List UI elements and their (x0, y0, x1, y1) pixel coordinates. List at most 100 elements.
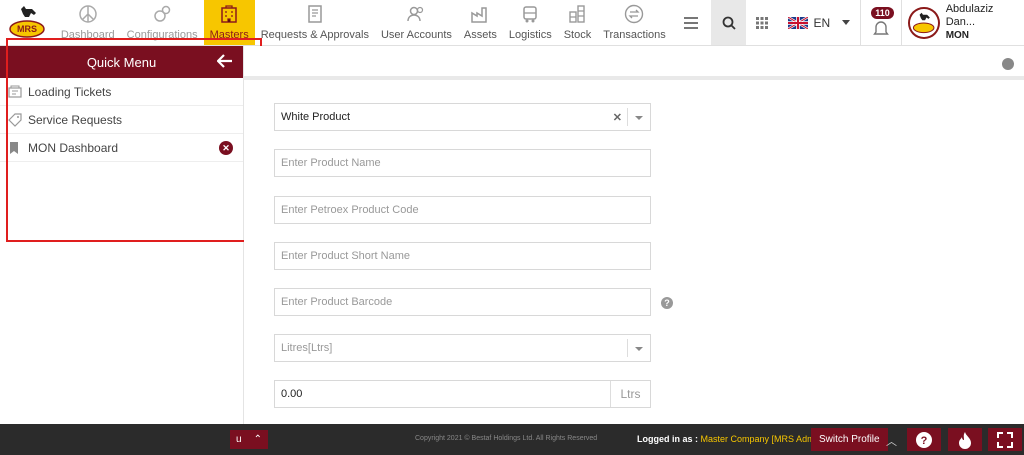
back-circle-icon[interactable] (1002, 58, 1014, 70)
nav-transactions[interactable]: Transactions (597, 0, 672, 45)
fire-icon (959, 431, 971, 449)
exchange-icon (623, 3, 645, 25)
select-divider (627, 339, 628, 357)
quick-menu-item-label: Service Requests (28, 112, 123, 127)
top-navigation: MRS Dashboard Configurations Masters Req… (0, 0, 1024, 46)
user-name: Abdulaziz Dan... (945, 3, 994, 28)
peace-icon (77, 3, 99, 25)
user-info: Abdulaziz Dan... MON (946, 3, 1024, 42)
quick-menu-panel: Quick Menu Loading Tickets Service Reque… (0, 46, 244, 424)
footer-menu-toggle[interactable]: u ⌃ (230, 430, 268, 449)
copyright-text: Copyright 2021 © Bestaf Holdings Ltd. Al… (415, 435, 598, 442)
gears-icon (151, 3, 173, 25)
quick-menu-header: Quick Menu (0, 46, 243, 78)
nav-requests-approvals[interactable]: Requests & Approvals (255, 0, 375, 45)
quantity-value: 0.00 (281, 388, 303, 400)
switch-profile-label: Switch Profile (819, 434, 880, 445)
nav-dashboard[interactable]: Dashboard (55, 0, 121, 45)
barcode-input[interactable]: Enter Product Barcode (274, 288, 651, 316)
user-profile[interactable]: Abdulaziz Dan... MON (902, 0, 1024, 45)
product-type-value: White Product (281, 111, 351, 123)
factory-icon (469, 3, 491, 25)
nav-label: Requests & Approvals (260, 29, 369, 41)
quick-menu-item-label: Loading Tickets (28, 84, 112, 99)
arrow-left-icon[interactable] (216, 54, 233, 71)
short-name-input[interactable]: Enter Product Short Name (274, 242, 651, 270)
petroex-code-input[interactable]: Enter Petroex Product Code (274, 196, 651, 224)
footer-bar: u ⌃ Copyright 2021 © Bestaf Holdings Ltd… (0, 424, 1024, 455)
svg-text:MRS: MRS (17, 24, 37, 34)
uk-flag-icon (787, 16, 808, 29)
nav-logistics[interactable]: Logistics (503, 0, 558, 45)
quick-menu-item-mon-dashboard[interactable]: MON Dashboard ✕ (0, 134, 243, 162)
nav-user-accounts[interactable]: User Accounts (375, 0, 458, 45)
fire-button[interactable] (948, 428, 982, 451)
main-content: White Product ✕ Enter Product Name Enter… (244, 46, 1024, 424)
expand-icon (997, 431, 1013, 448)
caret-down-icon[interactable] (635, 116, 643, 120)
svg-text:?: ? (921, 435, 928, 447)
question-circle-icon: ? (916, 431, 932, 448)
mrs-logo[interactable]: MRS (0, 0, 55, 45)
user-org: MON (945, 30, 970, 41)
logged-in-value: Master Company [MRS Admin] (700, 434, 825, 444)
quick-menu-title: Quick Menu (86, 54, 157, 70)
quick-menu-item-service-requests[interactable]: Service Requests (0, 106, 243, 134)
nav-label: Dashboard (60, 29, 115, 41)
truck-icon (519, 3, 541, 25)
apps-grid-button[interactable] (746, 0, 777, 45)
nav-label: Stock (563, 29, 592, 41)
users-icon (405, 3, 427, 25)
nav-masters[interactable]: Masters (203, 0, 255, 45)
help-icon[interactable]: ? (661, 297, 673, 309)
nav-label: Assets (463, 29, 497, 41)
help-button[interactable]: ? (907, 428, 941, 451)
quantity-unit: Ltrs (610, 381, 650, 407)
caret-down-icon[interactable] (635, 347, 643, 351)
product-type-select[interactable]: White Product ✕ (274, 103, 651, 131)
logged-in-label: Logged in as : (637, 434, 699, 444)
nav-label: Transactions (603, 29, 666, 41)
nav-stock[interactable]: Stock (558, 0, 598, 45)
notifications-button[interactable]: 110 (861, 0, 903, 45)
document-icon (304, 3, 326, 25)
remove-icon[interactable]: ✕ (219, 141, 233, 155)
search-icon (722, 16, 736, 30)
hamburger-menu-icon[interactable] (672, 0, 711, 45)
nav-label: Configurations (126, 29, 198, 41)
tag-icon (8, 112, 22, 127)
language-selector[interactable]: EN (778, 0, 862, 45)
sub-toolbar (244, 46, 1024, 80)
nav-assets[interactable]: Assets (458, 0, 503, 45)
petroex-code-placeholder: Enter Petroex Product Code (281, 204, 419, 216)
barcode-placeholder: Enter Product Barcode (281, 296, 393, 308)
switch-profile-button[interactable]: Switch Profile (811, 428, 888, 451)
nav-label: Logistics (508, 29, 552, 41)
search-button[interactable] (710, 0, 747, 45)
clear-icon[interactable]: ✕ (613, 111, 622, 124)
product-name-input[interactable]: Enter Product Name (274, 149, 651, 177)
avatar (908, 6, 940, 39)
caret-down-icon (842, 20, 851, 25)
product-name-placeholder: Enter Product Name (281, 157, 381, 169)
chevron-up-icon[interactable]: ︿ (886, 433, 897, 449)
footer-menu-text: u (236, 434, 242, 445)
nav-label: User Accounts (380, 29, 452, 41)
quick-menu-item-loading-tickets[interactable]: Loading Tickets (0, 78, 243, 106)
bell-icon (873, 20, 890, 35)
ticket-icon (8, 85, 22, 98)
language-label: EN (813, 15, 831, 30)
unit-select[interactable]: Litres[Ltrs] (274, 334, 651, 362)
nav-label: Masters (209, 29, 249, 41)
bookmark-icon (10, 141, 18, 154)
quick-menu-item-label: MON Dashboard (28, 140, 119, 155)
nav-configurations[interactable]: Configurations (121, 0, 204, 45)
fullscreen-button[interactable] (988, 428, 1022, 451)
quantity-input[interactable]: 0.00 Ltrs (274, 380, 651, 408)
grid-icon (755, 16, 768, 29)
notification-count-badge: 110 (871, 7, 894, 19)
short-name-placeholder: Enter Product Short Name (281, 250, 411, 262)
chevron-up-icon: ⌃ (253, 434, 262, 445)
unit-value: Litres[Ltrs] (281, 342, 333, 354)
select-divider (627, 108, 628, 126)
